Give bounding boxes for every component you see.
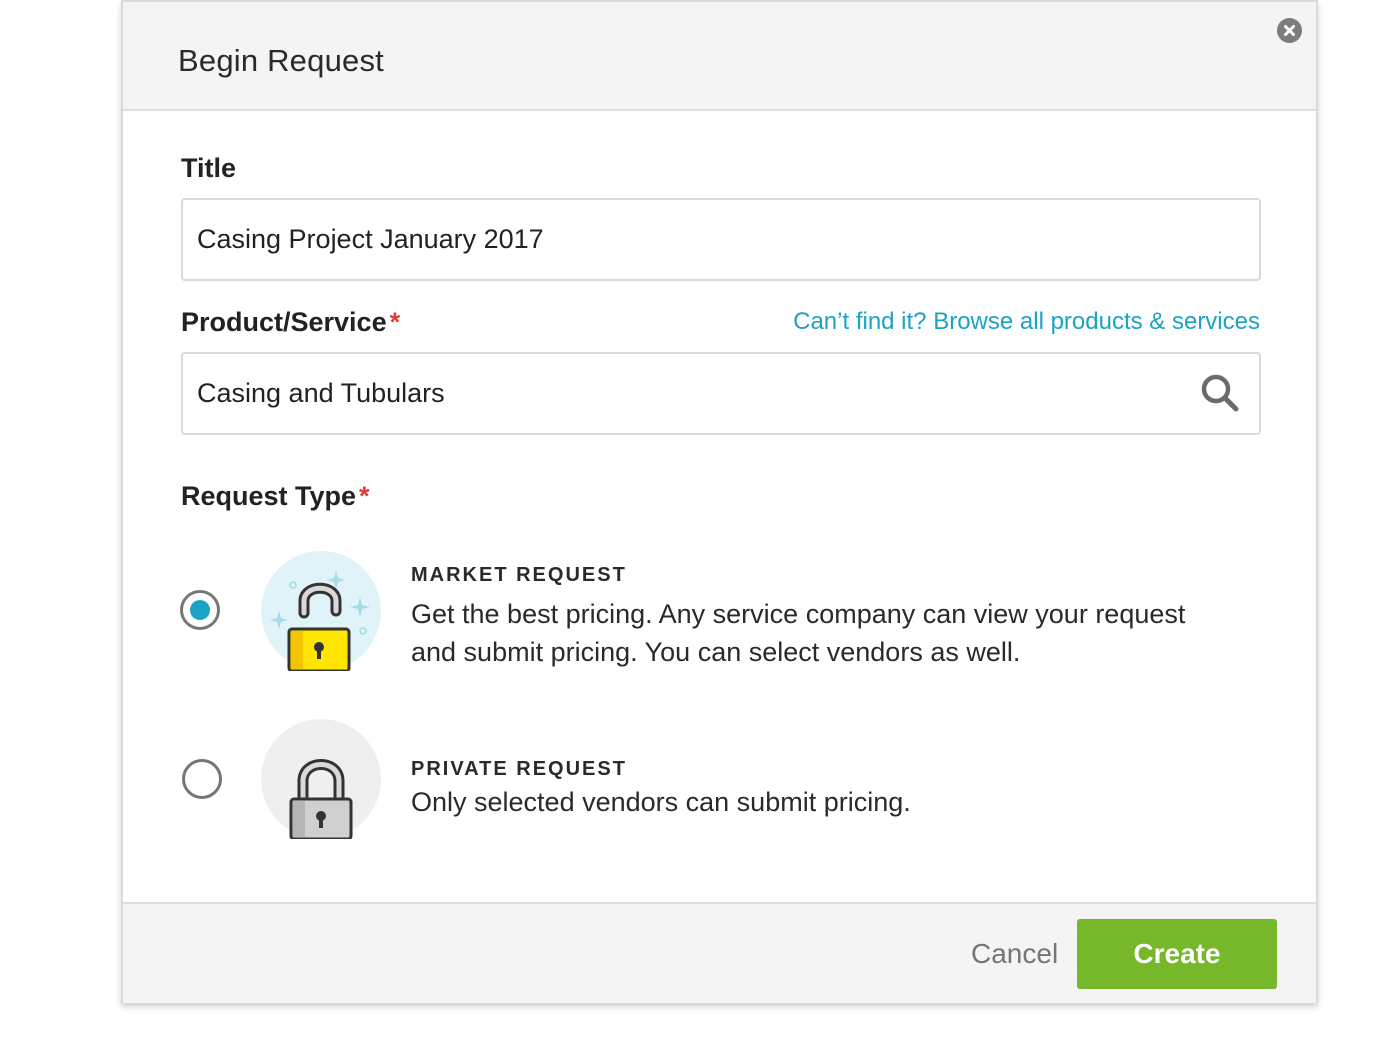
request-type-label-text: Request Type xyxy=(181,481,357,511)
required-asterisk: * xyxy=(389,307,401,337)
title-input[interactable]: Casing Project January 2017 xyxy=(181,198,1261,281)
market-request-radio[interactable] xyxy=(180,590,220,630)
search-icon[interactable] xyxy=(1199,372,1241,419)
product-service-input[interactable]: Casing and Tubulars xyxy=(181,352,1261,435)
title-label: Title xyxy=(181,153,237,183)
close-icon[interactable] xyxy=(1277,18,1302,43)
cancel-button[interactable]: Cancel xyxy=(971,938,1058,970)
required-asterisk: * xyxy=(359,481,370,511)
private-request-radio[interactable] xyxy=(182,759,222,799)
radio-selected-dot xyxy=(190,600,210,620)
dialog-title: Begin Request xyxy=(178,43,384,78)
product-service-label: Product/Service * xyxy=(181,307,400,338)
dialog-footer: Cancel Create xyxy=(123,902,1316,1003)
dialog-header: Begin Request xyxy=(123,2,1316,111)
private-request-title: PRIVATE REQUEST xyxy=(411,758,627,780)
request-type-label: Request Type * xyxy=(181,481,370,512)
browse-products-link[interactable]: Can’t find it? Browse all products & ser… xyxy=(793,308,1260,336)
market-request-title: MARKET REQUEST xyxy=(411,564,627,586)
locked-padlock-icon xyxy=(261,719,381,841)
product-service-label-text: Product/Service xyxy=(181,307,387,337)
unlocked-padlock-icon xyxy=(261,551,381,673)
begin-request-dialog: Begin Request Title Casing Project Janua… xyxy=(121,0,1318,1003)
private-request-description: Only selected vendors can submit pricing… xyxy=(411,787,911,817)
create-button[interactable]: Create xyxy=(1077,919,1277,989)
market-request-description: Get the best pricing. Any service compan… xyxy=(411,599,1186,667)
